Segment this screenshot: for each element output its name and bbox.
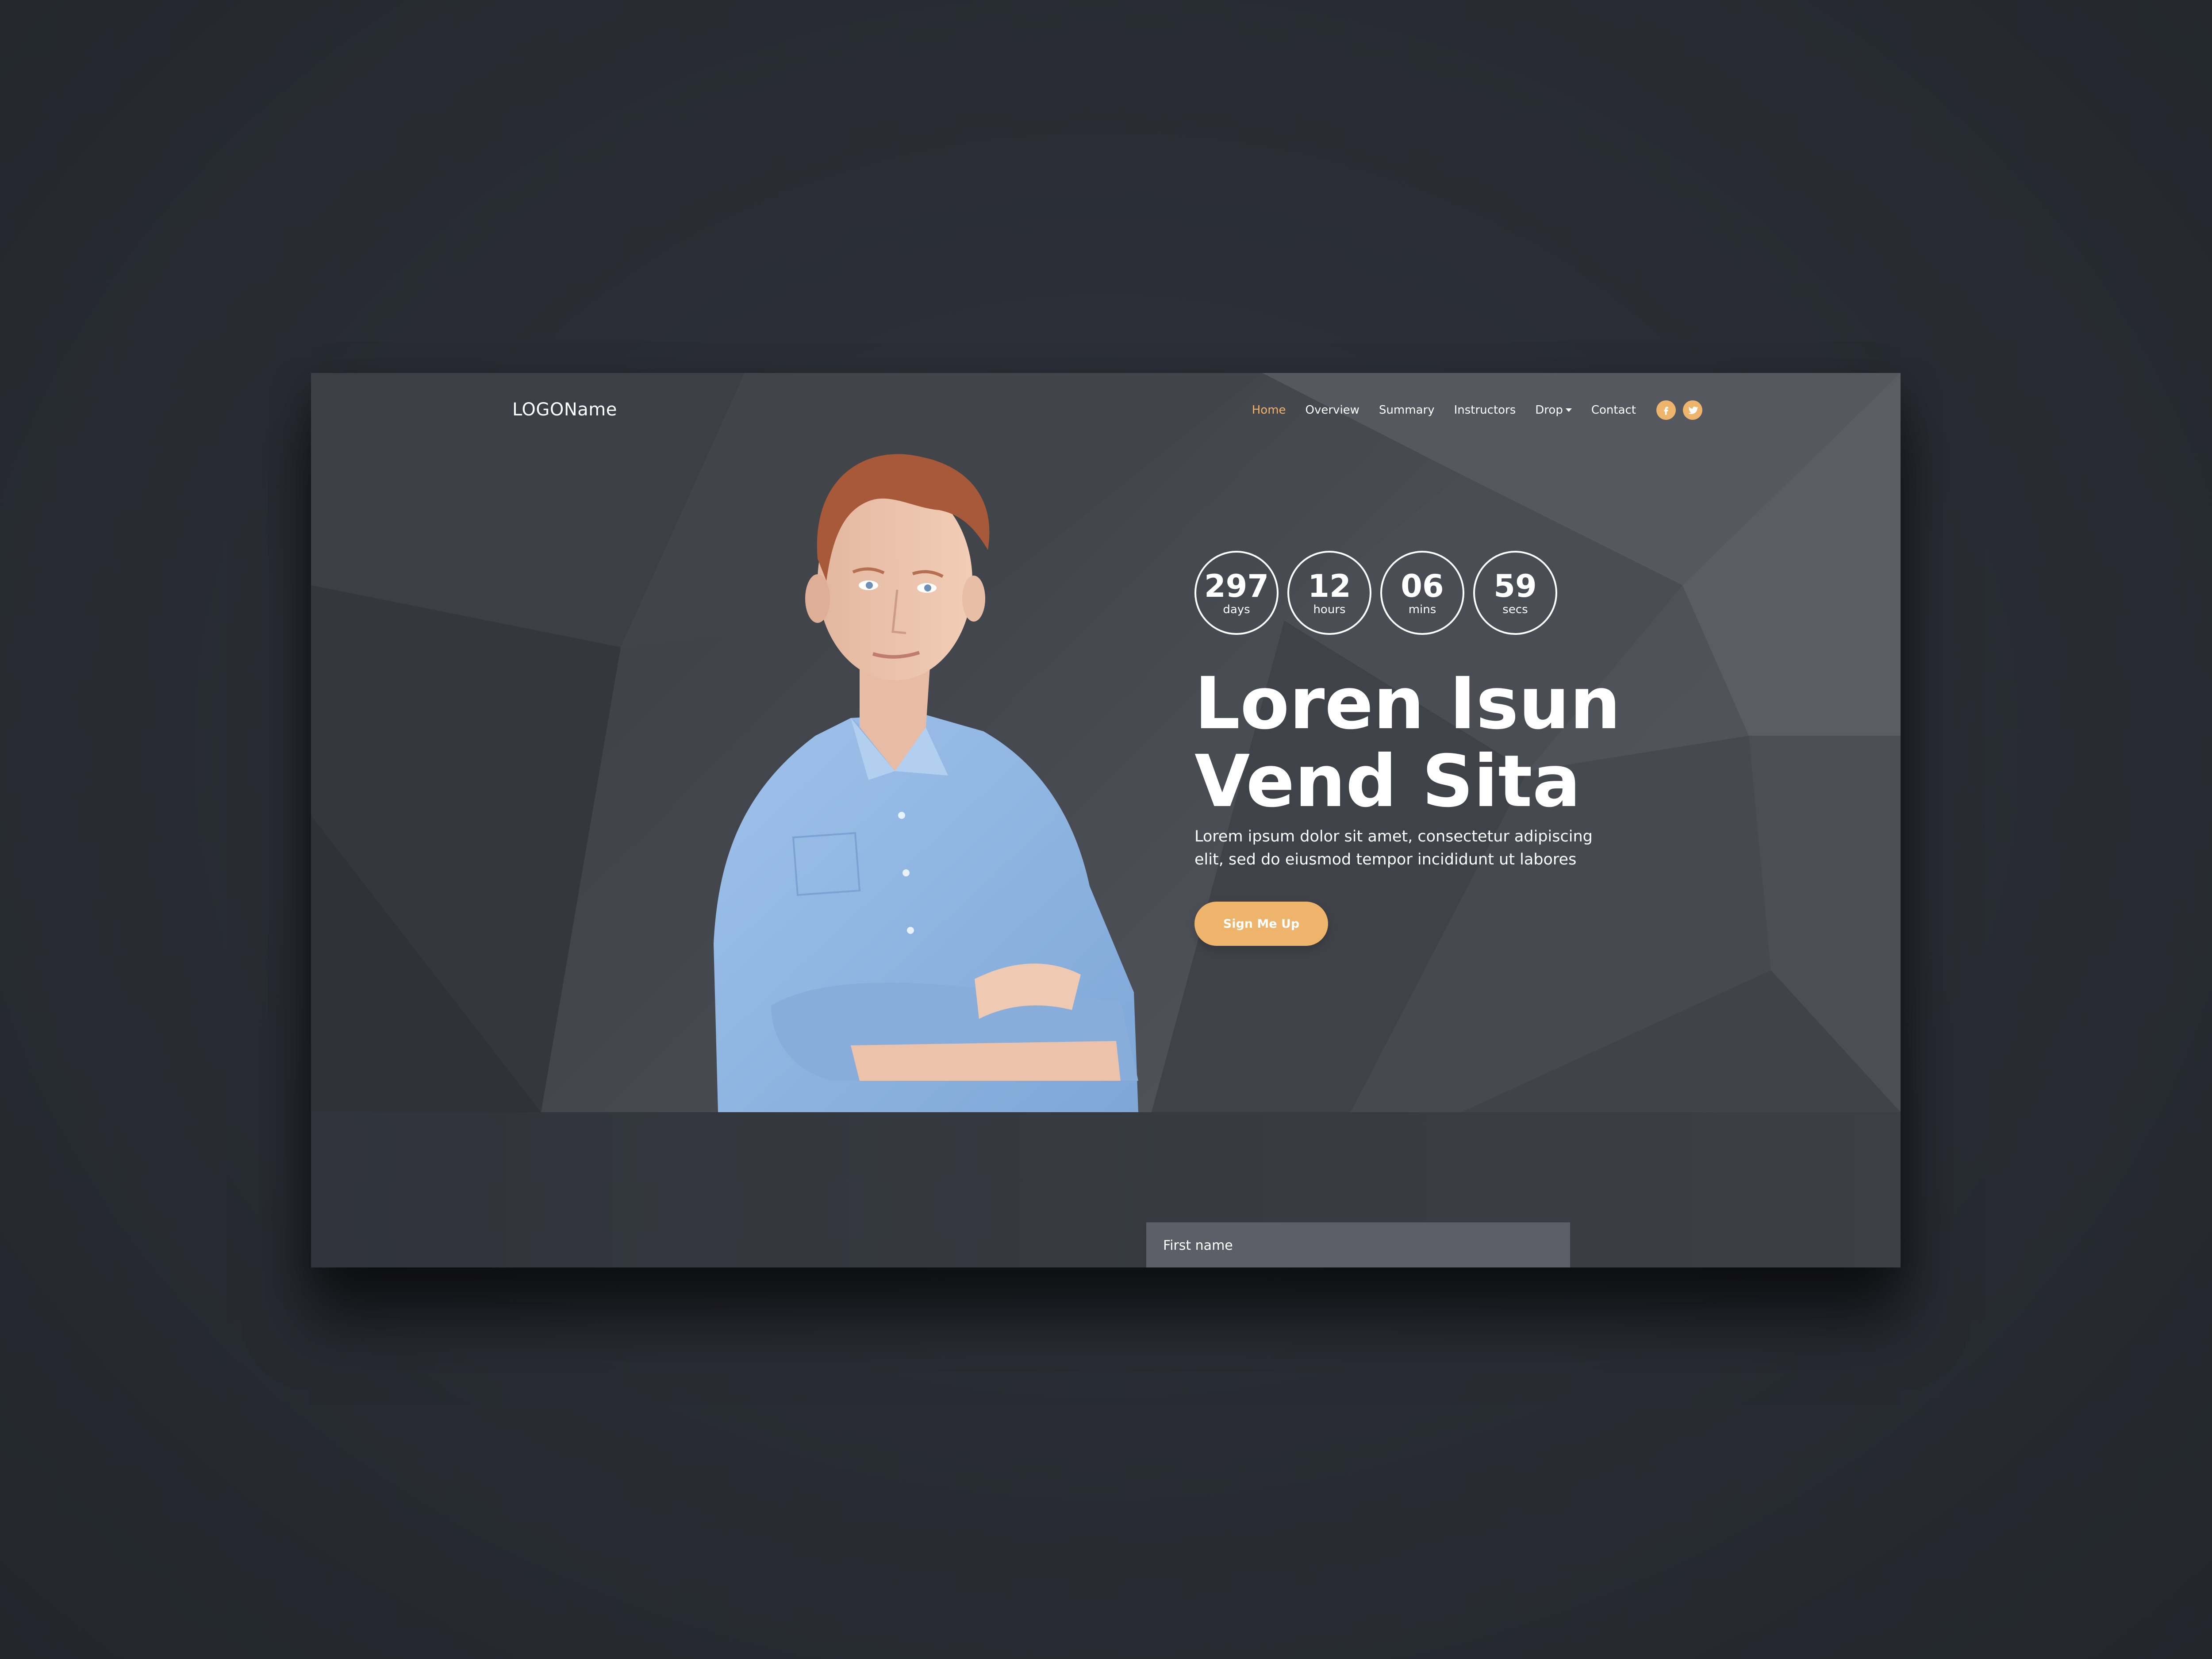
nav-link-contact[interactable]: Contact	[1591, 403, 1636, 417]
nav-link-drop[interactable]: Drop	[1535, 403, 1572, 417]
hero-tagline-line-2: elit, sed do eiusmod tempor incididunt u…	[1194, 851, 1577, 868]
hero-person-image	[714, 454, 1138, 1112]
countdown-days-unit: days	[1223, 603, 1250, 616]
hero-headline-line-2: Vend Sita	[1194, 740, 1581, 823]
countdown-hours-unit: hours	[1313, 603, 1346, 616]
countdown-days-value: 297	[1204, 568, 1269, 604]
twitter-icon	[1688, 406, 1698, 414]
hero-tagline-line-1: Lorem ipsum dolor sit amet, consectetur …	[1194, 828, 1593, 845]
first-name-input[interactable]	[1146, 1222, 1570, 1267]
twitter-button[interactable]	[1683, 400, 1702, 420]
countdown-mins-unit: mins	[1408, 603, 1436, 616]
countdown-mins-value: 06	[1401, 568, 1444, 604]
countdown-hours-value: 12	[1308, 568, 1351, 604]
landing-page-mockup: LOGOName Home Overview Summary Instructo…	[311, 373, 1901, 1267]
nav-link-instructors[interactable]: Instructors	[1454, 403, 1516, 417]
sign-me-up-button[interactable]: Sign Me Up	[1194, 902, 1328, 946]
hero-section: LOGOName Home Overview Summary Instructo…	[311, 373, 1901, 1112]
nav-link-drop-label: Drop	[1535, 403, 1563, 417]
hero-tagline: Lorem ipsum dolor sit amet, consectetur …	[1194, 825, 1593, 871]
caret-down-icon	[1565, 408, 1572, 412]
facebook-button[interactable]	[1656, 400, 1676, 420]
hero-headline-line-1: Loren Isun	[1194, 662, 1621, 745]
nav-link-home[interactable]: Home	[1252, 403, 1286, 417]
hero-headline: Loren Isun Vend Sita	[1194, 665, 1621, 821]
countdown-secs: 59 secs	[1473, 551, 1557, 635]
nav-links: Home Overview Summary Instructors Drop C…	[1233, 398, 1702, 422]
countdown-secs-unit: secs	[1502, 603, 1528, 616]
countdown-days: 297 days	[1194, 551, 1279, 635]
facebook-icon	[1664, 407, 1668, 415]
nav-link-summary[interactable]: Summary	[1379, 403, 1435, 417]
countdown-secs-value: 59	[1494, 568, 1537, 604]
countdown-timer: 297 days 12 hours 06 mins 59 secs	[1194, 551, 1566, 635]
nav-link-overview[interactable]: Overview	[1306, 403, 1359, 417]
signup-section	[311, 1112, 1901, 1267]
countdown-hours: 12 hours	[1287, 551, 1371, 635]
countdown-mins: 06 mins	[1380, 551, 1464, 635]
